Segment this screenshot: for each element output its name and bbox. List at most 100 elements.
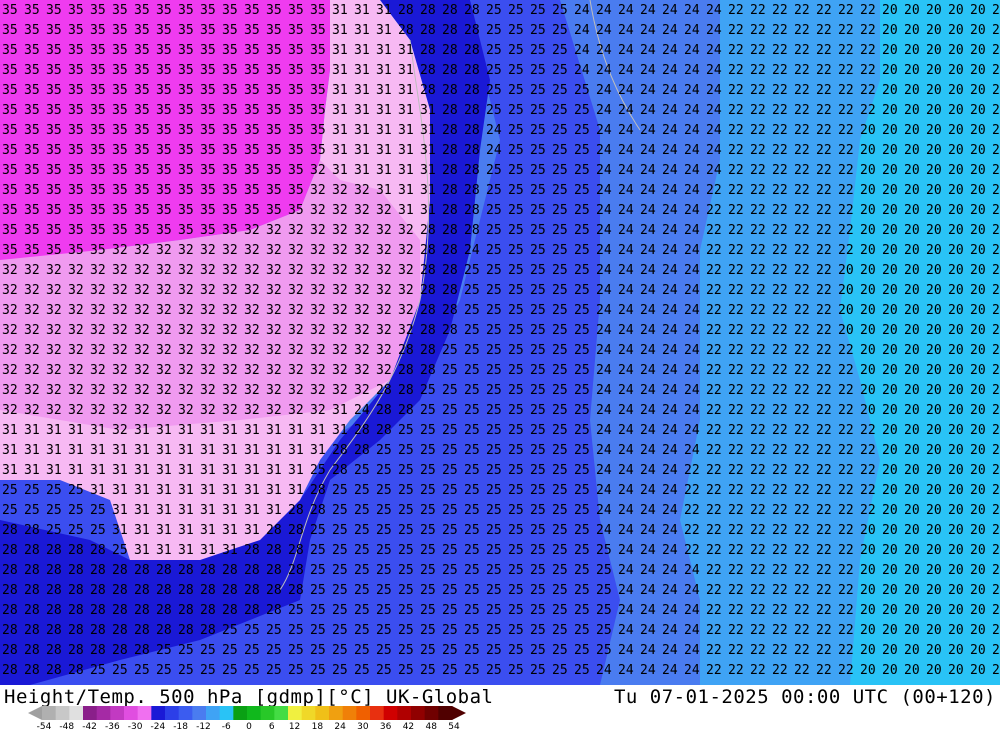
contour-label: 24 xyxy=(684,663,700,678)
contour-label: 35 xyxy=(90,163,106,178)
contour-label: 25 xyxy=(46,483,62,498)
contour-label: 25 xyxy=(596,643,612,658)
contour-label: 31 xyxy=(178,423,194,438)
contour-label: 22 xyxy=(728,323,744,338)
contour-label: 28 xyxy=(442,183,458,198)
contour-label: 25 xyxy=(508,63,524,78)
colorbar-segment xyxy=(124,706,139,720)
contour-label: 35 xyxy=(2,83,18,98)
contour-label: 22 xyxy=(838,343,854,358)
contour-label: 31 xyxy=(244,423,260,438)
contour-label: 25 xyxy=(574,123,590,138)
contour-label: 24 xyxy=(640,263,656,278)
contour-label: 24 xyxy=(640,183,656,198)
contour-label: 20 xyxy=(970,603,986,618)
contour-label: 22 xyxy=(750,83,766,98)
contour-label: 25 xyxy=(552,503,568,518)
contour-label: 24 xyxy=(662,603,678,618)
contour-label: 24 xyxy=(662,163,678,178)
contour-label: 22 xyxy=(816,263,832,278)
contour-label: 22 xyxy=(838,643,854,658)
contour-label: 32 xyxy=(222,363,238,378)
contour-label: 32 xyxy=(90,323,106,338)
contour-label: 35 xyxy=(46,223,62,238)
contour-label: 24 xyxy=(618,503,634,518)
contour-label: 25 xyxy=(508,463,524,478)
contour-label: 24 xyxy=(640,303,656,318)
contour-label: 22 xyxy=(772,263,788,278)
contour-label: 31 xyxy=(354,63,370,78)
color-scale-bar xyxy=(28,706,466,720)
contour-label: 20 xyxy=(948,363,964,378)
contour-label: 31 xyxy=(332,423,348,438)
contour-label: 35 xyxy=(2,63,18,78)
contour-label: 35 xyxy=(200,203,216,218)
contour-label: 28 xyxy=(222,603,238,618)
contour-label: 31 xyxy=(200,483,216,498)
contour-label: 25 xyxy=(332,563,348,578)
contour-label: 35 xyxy=(310,103,326,118)
contour-label: 22 xyxy=(750,623,766,638)
contour-label: 24 xyxy=(684,603,700,618)
contour-label: 24 xyxy=(640,383,656,398)
contour-label: 28 xyxy=(90,543,106,558)
contour-label: 32 xyxy=(222,343,238,358)
contour-label: 28 xyxy=(442,3,458,18)
contour-label: 31 xyxy=(222,543,238,558)
contour-label: 22 xyxy=(816,103,832,118)
contour-label: 32 xyxy=(24,283,40,298)
contour-label: 20 xyxy=(860,543,876,558)
contour-label: 24 xyxy=(684,303,700,318)
contour-label: 22 xyxy=(794,423,810,438)
contour-label: 25 xyxy=(24,503,40,518)
contour-label: 20 xyxy=(970,43,986,58)
contour-label: 22 xyxy=(772,243,788,258)
contour-label: 22 xyxy=(860,423,876,438)
contour-label: 31 xyxy=(244,443,260,458)
contour-label: 28 xyxy=(2,623,18,638)
contour-label: 28 xyxy=(288,543,304,558)
contour-label: 20 xyxy=(992,63,1000,78)
contour-label: 22 xyxy=(706,183,722,198)
contour-label: 31 xyxy=(24,443,40,458)
contour-label: 20 xyxy=(926,483,942,498)
contour-label: 31 xyxy=(90,463,106,478)
contour-label: 20 xyxy=(948,643,964,658)
contour-label: 22 xyxy=(706,243,722,258)
colorbar-segment xyxy=(42,706,57,720)
contour-label: 25 xyxy=(508,123,524,138)
contour-label: 22 xyxy=(838,663,854,678)
contour-label: 20 xyxy=(992,343,1000,358)
contour-label: 20 xyxy=(904,3,920,18)
contour-label: 25 xyxy=(464,523,480,538)
contour-label: 35 xyxy=(178,163,194,178)
contour-label: 25 xyxy=(266,623,282,638)
contour-label: 20 xyxy=(926,163,942,178)
contour-label: 31 xyxy=(134,463,150,478)
contour-label: 35 xyxy=(222,83,238,98)
contour-label: 32 xyxy=(288,223,304,238)
contour-label: 22 xyxy=(728,23,744,38)
contour-label: 20 xyxy=(860,363,876,378)
colorbar-segment xyxy=(288,706,303,720)
contour-label: 24 xyxy=(640,563,656,578)
contour-label: 35 xyxy=(134,103,150,118)
contour-label: 28 xyxy=(464,203,480,218)
contour-label: 22 xyxy=(860,23,876,38)
contour-label: 25 xyxy=(376,543,392,558)
contour-label: 20 xyxy=(992,263,1000,278)
contour-label: 20 xyxy=(926,143,942,158)
contour-label: 25 xyxy=(486,263,502,278)
contour-label: 22 xyxy=(750,3,766,18)
contour-label: 22 xyxy=(838,143,854,158)
colorbar-segment xyxy=(301,706,316,720)
contour-label: 24 xyxy=(684,223,700,238)
contour-label: 28 xyxy=(332,463,348,478)
contour-label: 24 xyxy=(662,63,678,78)
contour-label: 20 xyxy=(926,323,942,338)
colorbar-segment xyxy=(233,706,248,720)
contour-label: 32 xyxy=(376,303,392,318)
contour-label: 32 xyxy=(310,323,326,338)
contour-label: 22 xyxy=(750,43,766,58)
contour-label: 24 xyxy=(618,663,634,678)
